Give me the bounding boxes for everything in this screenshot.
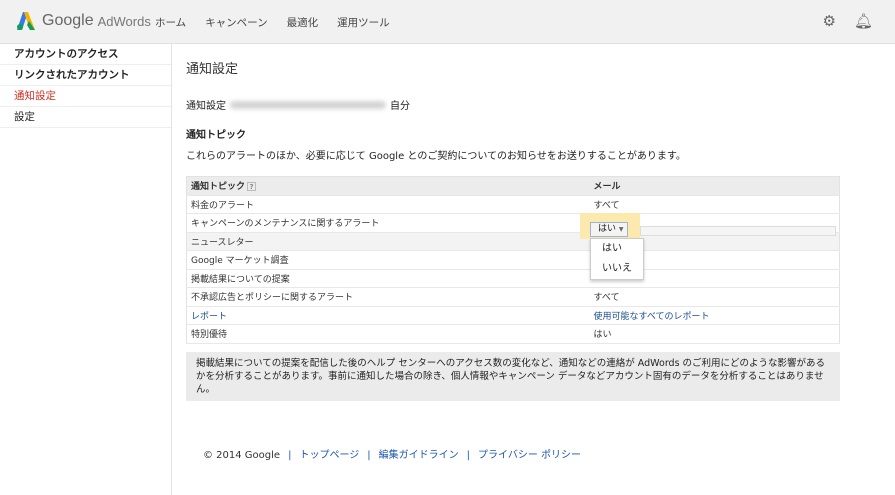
row-topic: 不承認広告とポリシーに関するアラート	[186, 287, 590, 307]
footer: © 2014 Google | トップページ | 編集ガイドライン | プライバシー ポリシ…	[203, 446, 581, 461]
option-no[interactable]: いいえ	[591, 259, 643, 279]
sidebar-item-notifications[interactable]: 通知設定	[0, 86, 171, 107]
nav-campaigns[interactable]: キャンペーン	[205, 15, 267, 30]
dropdown-menu: はい いいえ	[590, 238, 644, 280]
table-row[interactable]: Google マーケット調査	[186, 250, 840, 270]
notification-table: 通知トピック? メール 料金のアラート すべて キャンペーンのメンテナンスに関する…	[186, 176, 840, 344]
link-top[interactable]: トップページ	[299, 450, 359, 461]
newsletter-dropdown[interactable]: はい ▼	[590, 222, 628, 237]
bell-icon[interactable]: 🔔︎	[854, 12, 873, 30]
row-topic: 掲載結果についての提案	[186, 269, 590, 288]
email-suffix: 自分	[390, 101, 410, 112]
copyright: © 2014 Google	[203, 450, 281, 461]
table-row[interactable]: 不承認広告とポリシーに関するアラート すべて	[186, 287, 840, 307]
page-title: 通知設定	[186, 62, 239, 77]
email-row: 通知設定 自分	[186, 97, 846, 112]
gear-icon[interactable]: ⚙	[823, 12, 836, 30]
row-value[interactable]: はい	[589, 324, 840, 344]
adwords-logo-icon	[17, 12, 35, 30]
row-value[interactable]: すべて	[589, 195, 840, 214]
newsletter-field	[640, 226, 836, 236]
row-topic: レポート	[186, 306, 590, 325]
sidebar-item-linked-accounts[interactable]: リンクされたアカウント	[0, 65, 171, 86]
sidebar-item-account-access[interactable]: アカウントのアクセス	[0, 44, 171, 65]
main-nav: ホーム キャンペーン 最適化 運用ツール	[155, 15, 390, 30]
nav-home[interactable]: ホーム	[155, 15, 186, 30]
row-topic: ニュースレター	[186, 232, 590, 251]
brand-adwords: AdWords	[97, 13, 151, 29]
topic-heading: 通知トピック	[186, 130, 246, 141]
header-topic: 通知トピック	[191, 182, 246, 193]
nav-tools[interactable]: 運用ツール	[337, 15, 390, 30]
row-topic: 特別優待	[186, 324, 590, 344]
caret-down-icon: ▼	[618, 226, 624, 233]
sidebar-item-settings[interactable]: 設定	[0, 107, 171, 128]
privacy-note: 掲載結果についての提案を配信した後のヘルプ センターへのアクセス数の変化など、通…	[186, 351, 840, 401]
separator: |	[466, 450, 471, 461]
help-icon[interactable]: ?	[247, 182, 257, 192]
sidebar: アカウントのアクセス リンクされたアカウント 通知設定 設定	[0, 44, 172, 495]
table-row[interactable]: 特別優待 はい	[186, 324, 840, 344]
table-row[interactable]: 掲載結果についての提案	[186, 269, 840, 288]
main-content: 通知設定 通知設定 自分 通知トピック これらのアラートのほか、必要に応じて G…	[186, 44, 846, 401]
dropdown-selected: はい	[598, 224, 617, 234]
row-topic: Google マーケット調査	[186, 250, 590, 270]
nav-optimize[interactable]: 最適化	[287, 15, 319, 30]
topic-description: これらのアラートのほか、必要に応じて Google とのご契約についてのお知らせ…	[186, 151, 686, 162]
link-privacy[interactable]: プライバシー ポリシー	[478, 450, 581, 461]
row-topic: 料金のアラート	[186, 195, 590, 214]
row-value[interactable]: 使用可能なすべてのレポート	[589, 306, 840, 325]
brand-google: Google	[42, 12, 94, 29]
separator: |	[367, 450, 371, 461]
adwords-logo[interactable]: Google AdWords	[16, 12, 151, 30]
row-value[interactable]: すべて	[589, 287, 840, 307]
header-email: メール	[589, 176, 840, 196]
separator: |	[288, 450, 292, 461]
blurred-email	[230, 100, 386, 109]
table-row[interactable]: レポート 使用可能なすべてのレポート	[186, 306, 840, 325]
table-row[interactable]: 料金のアラート すべて	[186, 195, 840, 214]
email-label: 通知設定	[186, 101, 226, 112]
row-topic: キャンペーンのメンテナンスに関するアラート	[186, 213, 590, 233]
option-yes[interactable]: はい	[591, 239, 643, 259]
top-bar: Google AdWords ホーム キャンペーン 最適化 運用ツール ⚙ 🔔︎	[0, 0, 895, 44]
table-header: 通知トピック? メール	[186, 176, 840, 196]
link-guidelines[interactable]: 編集ガイドライン	[379, 450, 459, 461]
